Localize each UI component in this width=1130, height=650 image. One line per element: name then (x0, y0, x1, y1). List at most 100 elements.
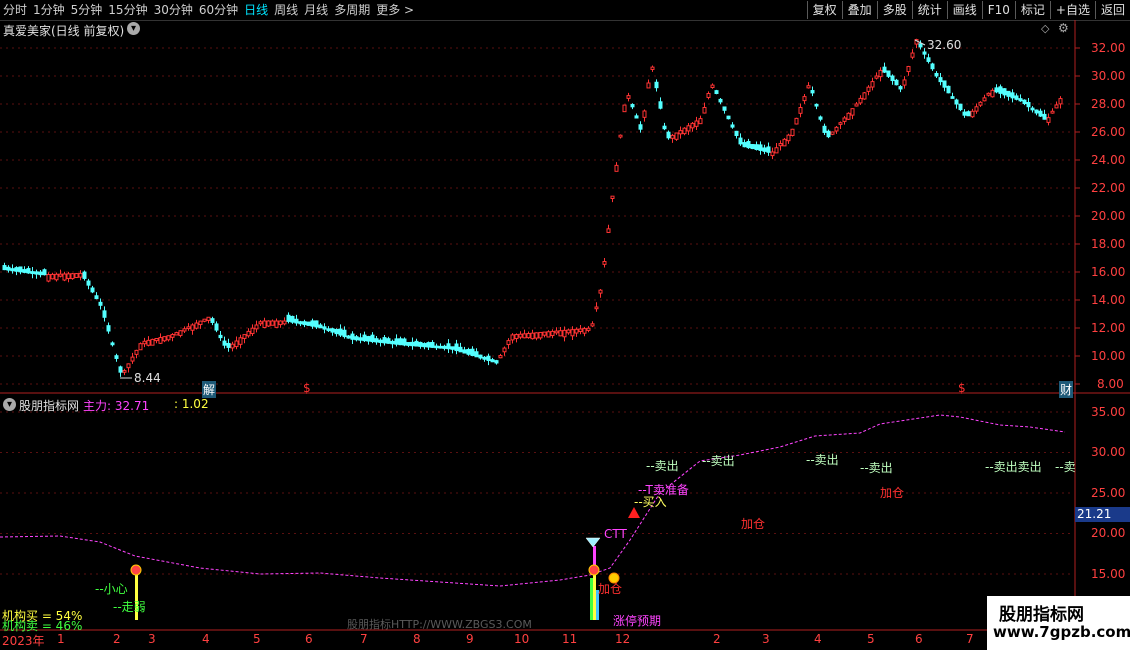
candle-body (894, 79, 899, 86)
candle-body (346, 335, 351, 339)
candle-body (326, 328, 331, 332)
dividend-marker[interactable]: $ (958, 381, 966, 395)
candle-body (418, 341, 423, 347)
time-tick: 2 (113, 632, 121, 646)
candle-body (250, 327, 255, 335)
candle-body (726, 115, 731, 120)
buy-bar (590, 578, 593, 620)
time-tick: 1 (57, 632, 65, 646)
chart-title: 真爱美家(日线 前复权) (3, 24, 125, 38)
candle-body (586, 327, 591, 331)
candle-body (302, 321, 307, 326)
candle-body (1030, 107, 1035, 111)
price-tick: 30.00 (1091, 69, 1126, 83)
candle-body (1034, 109, 1039, 114)
candle-body (782, 138, 787, 147)
candle-body (270, 320, 275, 326)
candle-body (414, 340, 419, 347)
site-watermark-text: 股朋指标HTTP://WWW.ZBGS3.COM (347, 618, 532, 631)
candle-body (766, 146, 771, 153)
candle-body (958, 103, 963, 111)
signal-label: --买入 (634, 495, 667, 509)
time-tick: 4 (814, 632, 822, 646)
candle-body (6, 266, 11, 271)
candle-body (58, 273, 63, 277)
candle-body (682, 127, 687, 135)
candle-body (354, 336, 359, 341)
candle-body (242, 334, 247, 339)
signal-label: 加仓 (880, 486, 905, 500)
candle-body (646, 82, 651, 89)
signal-label: CTT (604, 527, 627, 541)
candle-body (786, 134, 791, 142)
candle-body (98, 301, 103, 306)
price-tick: 32.00 (1091, 41, 1126, 55)
candle-body (770, 151, 775, 157)
candle-body (610, 195, 615, 200)
candle-body (194, 322, 199, 329)
candle-body (14, 267, 19, 272)
candle-body (830, 131, 835, 135)
candle-body (562, 329, 567, 338)
dividend-marker[interactable]: $ (303, 381, 311, 395)
candle-body (402, 338, 407, 346)
ratio-value: : 1.02 (174, 397, 209, 411)
candle-body (126, 363, 131, 369)
candle-body (350, 333, 355, 340)
candle-body (698, 118, 703, 125)
diamond-icon[interactable]: ◇ (1041, 22, 1049, 35)
candle-body (378, 339, 383, 343)
candle-body (498, 355, 503, 359)
candle-body (22, 269, 27, 273)
candle-body (566, 329, 571, 334)
candle-body (838, 122, 843, 125)
candle-body (102, 310, 107, 318)
signal-label: --卖出卖出 (985, 460, 1042, 474)
candle-body (746, 140, 751, 149)
candle-body (446, 343, 451, 350)
candle-body (594, 306, 599, 310)
price-tick: 22.00 (1091, 181, 1126, 195)
candle-body (438, 345, 443, 349)
candle-body (1026, 101, 1031, 108)
candle-body (578, 328, 583, 332)
time-tick: 7 (360, 632, 368, 646)
candle-body (538, 331, 543, 339)
time-tick: 5 (253, 632, 261, 646)
candle-body (734, 130, 739, 136)
indicator-tick: 20.00 (1091, 526, 1126, 540)
candle-body (134, 349, 139, 355)
candle-body (158, 337, 163, 344)
price-tick: 26.00 (1091, 125, 1126, 139)
candle-body (918, 43, 923, 48)
unlock-marker[interactable]: 解 (202, 381, 217, 398)
main-force-line (0, 414, 1066, 587)
candle-body (274, 320, 279, 328)
candle-body (386, 338, 391, 344)
candle-body (430, 341, 435, 348)
candle-body (474, 351, 479, 358)
candle-body (70, 273, 75, 280)
indicator-tick: 30.00 (1091, 445, 1126, 459)
chevron-down-icon[interactable]: ▾ (3, 398, 16, 411)
candle-body (162, 336, 167, 342)
candle-body (630, 104, 635, 108)
financial-report-marker[interactable]: 财 (1059, 381, 1074, 398)
signal-label: --卖出 (860, 461, 893, 475)
kline-chart[interactable] (0, 0, 1130, 650)
candle-body (742, 142, 747, 148)
candle-body (870, 81, 875, 88)
candle-body (382, 337, 387, 344)
price-tick: 24.00 (1091, 153, 1126, 167)
chevron-down-icon[interactable]: ▾ (127, 22, 140, 35)
candle-body (142, 340, 147, 345)
gear-icon[interactable]: ⚙ (1058, 21, 1069, 35)
indicator-name[interactable]: 股朋指标网 (19, 397, 79, 414)
candle-body (686, 125, 691, 132)
candle-body (518, 333, 523, 338)
signal-label: --卖出 (646, 459, 679, 473)
candle-body (290, 315, 295, 323)
candle-body (874, 75, 879, 79)
butterfly-icon (130, 564, 142, 576)
candle-body (174, 332, 179, 336)
